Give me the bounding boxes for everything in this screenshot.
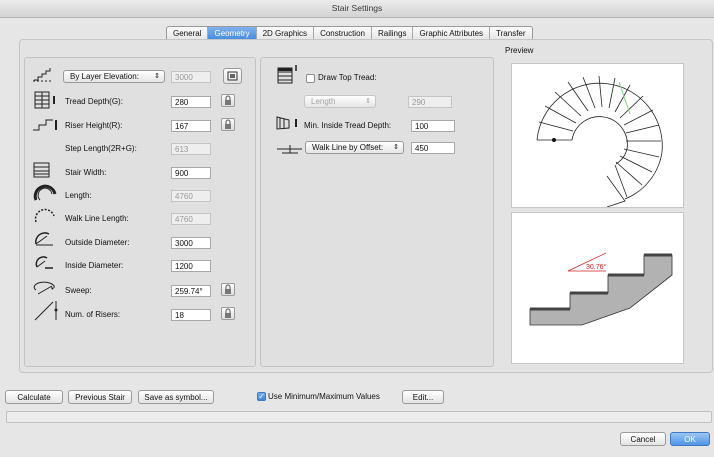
- top-tread-length-field[interactable]: 290: [408, 96, 452, 108]
- num-risers-icon: [34, 301, 58, 321]
- top-tread-length-popup[interactable]: Length ⇕: [304, 95, 376, 108]
- angle-label: 30.76°: [586, 263, 607, 271]
- num-risers-field[interactable]: 18: [171, 309, 211, 321]
- plan-preview: [511, 63, 684, 208]
- window-title: Stair Settings: [331, 3, 383, 13]
- num-risers-lock[interactable]: [221, 307, 235, 320]
- elevation-mode-popup[interactable]: By Layer Elevation: ⇕: [63, 70, 165, 83]
- riser-height-lock[interactable]: [221, 118, 235, 131]
- plan-preview-drawing: [536, 75, 663, 208]
- popup-arrows-icon: ⇕: [393, 144, 399, 151]
- draw-top-tread-checkbox[interactable]: [306, 74, 315, 83]
- riser-height-row: Riser Height(R):: [65, 121, 122, 130]
- title-bar: Stair Settings: [0, 0, 714, 18]
- top-tread-length-label: Length: [311, 97, 336, 106]
- stair-width-icon: [33, 162, 50, 178]
- walk-line-mode-label: Walk Line by Offset:: [312, 143, 384, 152]
- draw-top-tread-label: Draw Top Tread:: [318, 73, 377, 82]
- preview-header: Preview: [505, 46, 533, 55]
- lock-icon: [225, 119, 231, 129]
- walk-line: [618, 81, 631, 115]
- draw-top-tread-row: Draw Top Tread:: [318, 73, 377, 82]
- riser-height-field[interactable]: 167: [171, 120, 211, 132]
- inside-diameter-row: Inside Diameter:: [65, 261, 123, 270]
- top-tread-icon: [277, 65, 297, 84]
- min-inside-row: Min. Inside Tread Depth:: [304, 121, 391, 130]
- cancel-button[interactable]: Cancel: [620, 432, 666, 446]
- tread-depth-label: Tread Depth(G):: [65, 97, 123, 106]
- tread-depth-lock[interactable]: [221, 94, 235, 107]
- use-minmax-checkbox[interactable]: ✓: [257, 392, 266, 401]
- edit-button[interactable]: Edit...: [402, 390, 444, 404]
- sweep-field[interactable]: 259.74°: [171, 285, 211, 297]
- length-icon: [33, 184, 57, 201]
- riser-height-label: Riser Height(R):: [65, 121, 123, 130]
- min-inside-field[interactable]: 100: [411, 120, 455, 132]
- layers-icon: [227, 71, 238, 81]
- ok-button[interactable]: OK: [670, 432, 710, 446]
- num-risers-label: Num. of Risers:: [65, 310, 121, 319]
- riser-height-icon: [33, 119, 57, 131]
- num-risers-row: Num. of Risers:: [65, 310, 120, 319]
- tread-panel: [260, 57, 494, 367]
- stair-width-label: Stair Width:: [65, 168, 107, 177]
- inside-diameter-field[interactable]: 1200: [171, 260, 211, 272]
- progress-bar: [6, 411, 712, 423]
- elevation-value-field[interactable]: 3000: [171, 71, 211, 83]
- step-length-label: Step Length(2R+G):: [65, 144, 137, 153]
- walk-line-length-label: Walk Line Length:: [65, 214, 129, 223]
- outside-diameter-label: Outside Diameter:: [65, 238, 130, 247]
- walk-line-length-field[interactable]: 4760: [171, 213, 211, 225]
- step-length-row: Step Length(2R+G):: [65, 144, 137, 153]
- save-as-symbol-button[interactable]: Save as symbol...: [138, 390, 214, 404]
- walk-line-offset-icon: [277, 145, 302, 154]
- stair-width-row: Stair Width:: [65, 168, 106, 177]
- sweep-lock[interactable]: [221, 283, 235, 296]
- tread-depth-row: Tread Depth(G):: [65, 97, 123, 106]
- elevation-icon: [33, 68, 52, 82]
- min-inside-label: Min. Inside Tread Depth:: [304, 121, 392, 130]
- sweep-label: Sweep:: [65, 286, 92, 295]
- elevation-settings-button[interactable]: [223, 68, 242, 84]
- sweep-icon: [33, 281, 55, 295]
- use-minmax-label: Use Minimum/Maximum Values: [268, 392, 380, 401]
- outside-diameter-field[interactable]: 3000: [171, 237, 211, 249]
- length-field[interactable]: 4760: [171, 190, 211, 202]
- start-point-marker: [552, 138, 556, 142]
- lock-icon: [225, 95, 231, 105]
- walk-line-mode-popup[interactable]: Walk Line by Offset: ⇕: [305, 141, 404, 154]
- min-inside-tread-icon: [276, 116, 297, 130]
- preview-label: Preview: [505, 46, 534, 55]
- tread-depth-icon: [34, 91, 55, 109]
- lock-icon: [225, 308, 231, 318]
- section-preview-drawing: 30.76°: [529, 252, 673, 326]
- step-length-field[interactable]: 613: [171, 143, 211, 155]
- lock-icon: [225, 284, 231, 294]
- popup-arrows-icon: ⇕: [365, 98, 371, 105]
- walk-line-length-row: Walk Line Length:: [65, 214, 129, 223]
- elevation-mode-label: By Layer Elevation:: [70, 72, 139, 81]
- use-minmax-row: Use Minimum/Maximum Values: [268, 392, 380, 401]
- calculate-button[interactable]: Calculate: [5, 390, 63, 404]
- length-label: Length:: [65, 191, 92, 200]
- inside-diameter-icon: [35, 256, 53, 269]
- spiral-stair-plan: [536, 75, 663, 208]
- sweep-row: Sweep:: [65, 286, 92, 295]
- inside-diameter-label: Inside Diameter:: [65, 261, 124, 270]
- previous-stair-button[interactable]: Previous Stair: [68, 390, 132, 404]
- tread-depth-field[interactable]: 280: [171, 96, 211, 108]
- outside-diameter-icon: [35, 232, 53, 246]
- outside-diameter-row: Outside Diameter:: [65, 238, 129, 247]
- length-row: Length:: [65, 191, 92, 200]
- stair-width-field[interactable]: 900: [171, 167, 211, 179]
- popup-arrows-icon: ⇕: [154, 73, 160, 80]
- section-preview: 30.76°: [511, 212, 684, 364]
- walk-line-length-icon: [34, 208, 55, 223]
- walk-line-offset-field[interactable]: 450: [411, 142, 455, 154]
